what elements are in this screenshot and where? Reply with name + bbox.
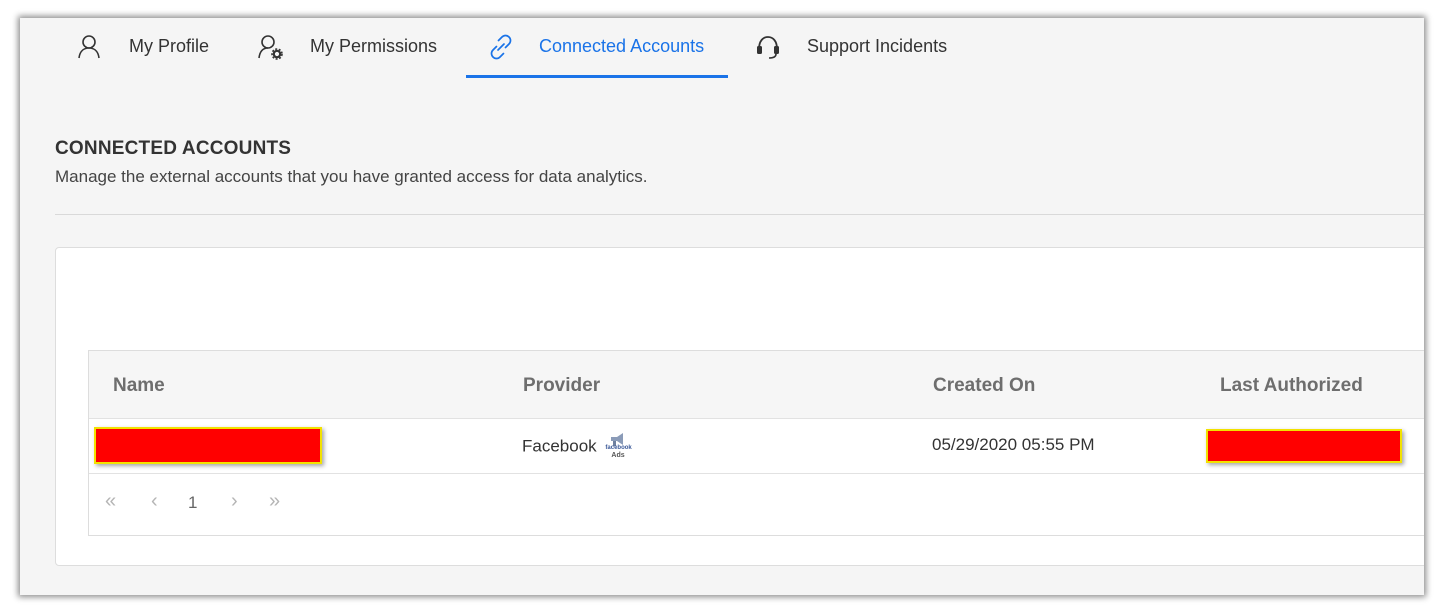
prev-page-button[interactable]: ‹	[151, 490, 158, 513]
tab-label: Connected Accounts	[539, 36, 705, 56]
redacted-name	[94, 427, 322, 464]
provider-cell: Facebook facebook Ads	[522, 433, 632, 461]
pagination: « ‹ 1 › »	[89, 474, 1424, 534]
column-header-created-on[interactable]: Created On	[933, 375, 1035, 397]
tab-support-incidents[interactable]: Support Incidents	[753, 18, 947, 75]
tab-label: My Permissions	[310, 36, 438, 56]
app-frame: My Profile My Permissions Connected Acco…	[20, 18, 1424, 595]
divider	[55, 214, 1424, 215]
provider-badge-top: facebook	[605, 445, 632, 451]
current-page[interactable]: 1	[188, 493, 197, 513]
accounts-table: Name Provider Created On Last Authorized…	[88, 350, 1424, 536]
next-page-button[interactable]: ›	[231, 490, 238, 513]
facebook-ads-icon: facebook Ads	[605, 433, 632, 461]
redacted-last-authorized	[1206, 429, 1402, 463]
tab-bar: My Profile My Permissions Connected Acco…	[20, 18, 1424, 78]
link-icon	[486, 32, 516, 62]
tab-label: My Profile	[129, 36, 210, 56]
first-page-button[interactable]: «	[105, 490, 116, 513]
user-icon	[75, 32, 105, 62]
user-gear-icon	[256, 32, 286, 62]
column-header-provider[interactable]: Provider	[523, 375, 600, 397]
table-header: Name Provider Created On Last Authorized	[89, 351, 1424, 419]
page-description: Manage the external accounts that you ha…	[55, 167, 648, 186]
provider-name: Facebook	[522, 436, 597, 456]
table-row[interactable]: Facebook facebook Ads 05/29/2020 05:55 P…	[89, 419, 1424, 474]
headset-icon	[753, 32, 783, 62]
column-header-last-authorized[interactable]: Last Authorized	[1220, 375, 1363, 397]
page-title: CONNECTED ACCOUNTS	[55, 138, 292, 159]
tab-my-permissions[interactable]: My Permissions	[256, 18, 437, 75]
created-on-cell: 05/29/2020 05:55 PM	[932, 435, 1095, 454]
provider-badge-bottom: Ads	[611, 452, 625, 459]
tab-connected-accounts[interactable]: Connected Accounts	[466, 18, 728, 78]
tab-my-profile[interactable]: My Profile	[75, 18, 209, 75]
column-header-name[interactable]: Name	[113, 375, 165, 397]
last-page-button[interactable]: »	[269, 490, 280, 513]
accounts-card: Name Provider Created On Last Authorized…	[55, 247, 1424, 566]
tab-label: Support Incidents	[807, 36, 948, 56]
